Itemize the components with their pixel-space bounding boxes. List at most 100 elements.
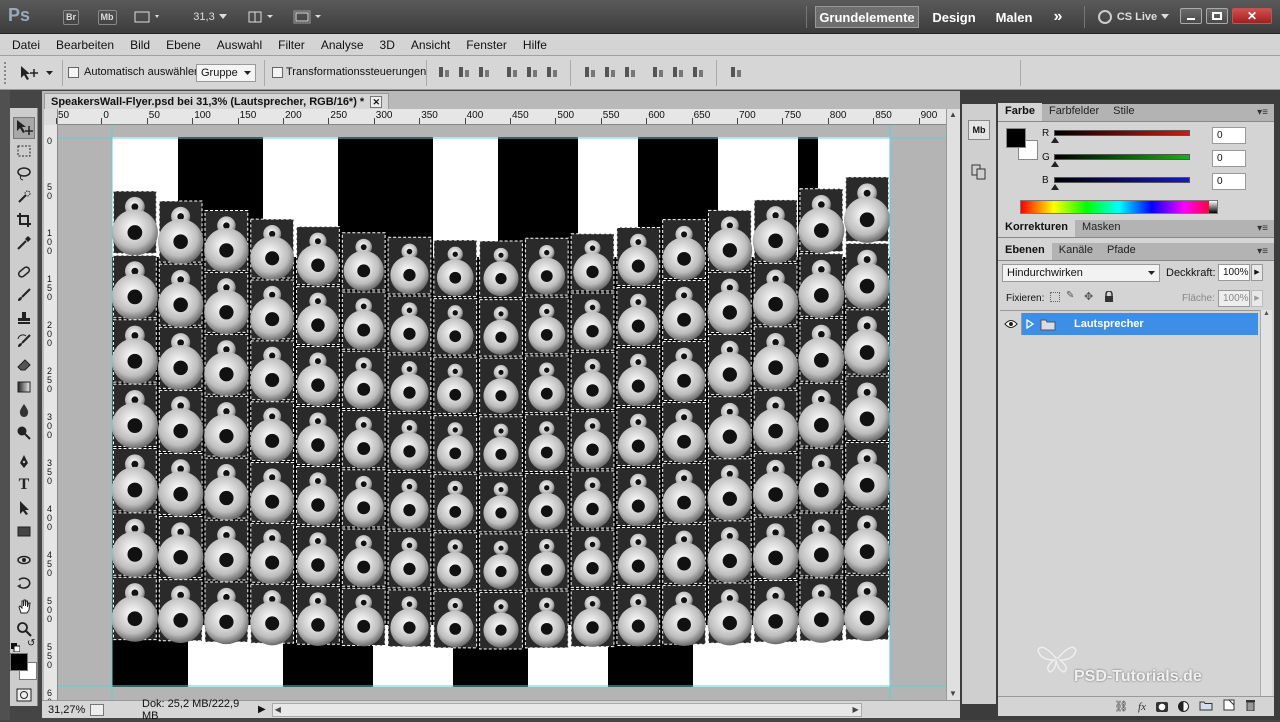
eraser-tool[interactable] — [13, 353, 35, 375]
channel-b-input[interactable]: 0 — [1212, 173, 1246, 190]
tab-kanaele[interactable]: Kanäle — [1052, 242, 1100, 260]
lock-pixels-icon[interactable]: ✎ — [1066, 290, 1080, 304]
vertical-scrollbar[interactable]: ▲ ▼ — [946, 109, 960, 700]
path-selection-tool[interactable] — [13, 497, 35, 519]
quick-mask-button[interactable] — [13, 684, 35, 706]
expand-group-triangle-icon[interactable] — [1026, 319, 1034, 329]
tab-stile[interactable]: Stile — [1106, 103, 1141, 121]
menu-analyse[interactable]: Analyse — [313, 38, 372, 52]
history-panel-button[interactable] — [968, 162, 990, 182]
panel-foreground-swatch[interactable] — [1006, 128, 1026, 148]
menu-datei[interactable]: Datei — [4, 38, 48, 52]
channel-r-slider[interactable] — [1054, 130, 1190, 136]
layer-visibility-eye-icon[interactable] — [1000, 313, 1022, 335]
menu-fenster[interactable]: Fenster — [458, 38, 515, 52]
mini-bridge-button[interactable]: Mb — [96, 6, 118, 28]
move-tool[interactable] — [13, 117, 35, 139]
scroll-up-icon[interactable]: ▲ — [1261, 310, 1272, 317]
close-window-button[interactable]: ✕ — [1232, 8, 1272, 24]
foreground-color-swatch[interactable] — [10, 653, 28, 671]
workspace-design[interactable]: Design — [924, 6, 984, 28]
auto-align-layers-icon[interactable] — [729, 66, 743, 80]
tab-farbe[interactable]: Farbe — [998, 103, 1042, 121]
type-tool[interactable]: T — [13, 474, 35, 496]
canvas-artwork[interactable] — [58, 125, 946, 700]
clone-stamp-tool[interactable] — [13, 307, 35, 329]
channel-r-slider-handle[interactable] — [1051, 137, 1059, 143]
opacity-input[interactable]: 100% — [1218, 264, 1250, 281]
link-layers-icon[interactable]: ⛓ — [1114, 700, 1128, 713]
crop-tool[interactable] — [13, 209, 35, 231]
lock-position-icon[interactable]: ✥ — [1084, 290, 1098, 304]
status-zoom[interactable]: 31,27% — [42, 704, 90, 716]
status-menu-arrow-icon[interactable]: ▶ — [258, 704, 266, 715]
brush-tool[interactable] — [13, 284, 35, 306]
horizontal-scrollbar[interactable]: ◀ ▶ — [271, 702, 862, 717]
channel-g-slider[interactable] — [1054, 154, 1190, 160]
rectangular-marquee-tool[interactable] — [13, 140, 35, 162]
layer-name[interactable]: Lautsprecher — [1074, 318, 1144, 330]
tab-farbfelder[interactable]: Farbfelder — [1042, 103, 1106, 121]
scroll-up-icon[interactable]: ▲ — [949, 111, 958, 119]
dodge-tool[interactable] — [13, 422, 35, 444]
align-vertical-centers-icon[interactable] — [457, 66, 471, 80]
trash-icon[interactable] — [1245, 699, 1256, 714]
blend-mode-dropdown[interactable]: Hindurchwirken — [1002, 264, 1160, 282]
align-bottom-edges-icon[interactable] — [477, 66, 491, 80]
opacity-slider-toggle[interactable]: ▶ — [1251, 264, 1263, 281]
default-colors-button[interactable] — [11, 641, 21, 653]
adjustment-layer-icon[interactable] — [1178, 701, 1189, 712]
status-info-icon[interactable] — [90, 703, 104, 716]
align-left-edges-icon[interactable] — [505, 66, 519, 80]
fx-icon[interactable]: fx — [1138, 701, 1146, 713]
auto-select-dropdown[interactable]: Gruppe — [196, 64, 256, 82]
fill-slider-toggle[interactable]: ▶ — [1251, 290, 1263, 307]
align-right-edges-icon[interactable] — [545, 66, 559, 80]
layers-scrollbar[interactable]: ▲ — [1260, 310, 1272, 702]
channel-r-input[interactable]: 0 — [1212, 127, 1246, 144]
mini-bridge-panel-button[interactable]: Mb — [968, 120, 990, 140]
history-brush-tool[interactable] — [13, 330, 35, 352]
menu-ebene[interactable]: Ebene — [158, 38, 209, 52]
cs-live-button[interactable]: CS Live — [1094, 6, 1172, 28]
options-bar-grip[interactable] — [4, 62, 7, 84]
pen-tool[interactable] — [13, 451, 35, 473]
add-mask-icon[interactable] — [1156, 701, 1168, 712]
canvas-pasteboard[interactable] — [58, 125, 946, 700]
channel-b-slider[interactable] — [1054, 177, 1190, 183]
lasso-tool[interactable] — [13, 163, 35, 185]
distribute-top-edges-icon[interactable] — [583, 66, 597, 80]
align-top-edges-icon[interactable] — [437, 66, 451, 80]
channel-b-slider-handle[interactable] — [1051, 184, 1059, 190]
spot-healing-brush-tool[interactable] — [13, 261, 35, 283]
blur-tool[interactable] — [13, 399, 35, 421]
scroll-left-icon[interactable]: ◀ — [275, 705, 281, 714]
eyedropper-tool[interactable] — [13, 232, 35, 254]
color-spectrum-ramp[interactable] — [1020, 200, 1218, 214]
new-group-icon[interactable] — [1199, 700, 1213, 714]
layer-row[interactable]: Lautsprecher — [1000, 313, 1258, 335]
tool-preset-picker[interactable] — [18, 63, 58, 83]
horizontal-ruler[interactable]: 50 0 50 100 150 200 250 300 350 400 450 500 550 600 65… — [44, 109, 946, 125]
channel-g-slider-handle[interactable] — [1051, 161, 1059, 167]
hand-tool[interactable] — [13, 595, 35, 617]
quick-selection-tool[interactable] — [13, 186, 35, 208]
menu-bild[interactable]: Bild — [122, 38, 158, 52]
screen-mode-button[interactable] — [290, 6, 326, 28]
scroll-down-icon[interactable]: ▼ — [949, 690, 958, 698]
arrange-documents-button[interactable] — [244, 6, 280, 28]
panel-menu-icon[interactable]: ▾≡ — [1257, 246, 1268, 257]
scroll-right-icon[interactable]: ▶ — [853, 705, 859, 714]
menu-auswahl[interactable]: Auswahl — [209, 38, 270, 52]
menu-ansicht[interactable]: Ansicht — [403, 38, 458, 52]
document-tab[interactable]: SpeakersWall-Flyer.psd bei 31,3% (Lautsp… — [44, 93, 390, 109]
tab-ebenen[interactable]: Ebenen — [998, 242, 1052, 260]
transform-controls-checkbox[interactable] — [272, 67, 283, 81]
lock-all-icon[interactable] — [1104, 290, 1114, 302]
more-workspaces-button[interactable]: » — [1046, 6, 1070, 28]
distribute-vertical-centers-icon[interactable] — [603, 66, 617, 80]
fill-input[interactable]: 100% — [1218, 290, 1250, 307]
channel-g-input[interactable]: 0 — [1212, 150, 1246, 167]
view-extras-button[interactable] — [130, 6, 166, 28]
distribute-horizontal-centers-icon[interactable] — [671, 66, 685, 80]
